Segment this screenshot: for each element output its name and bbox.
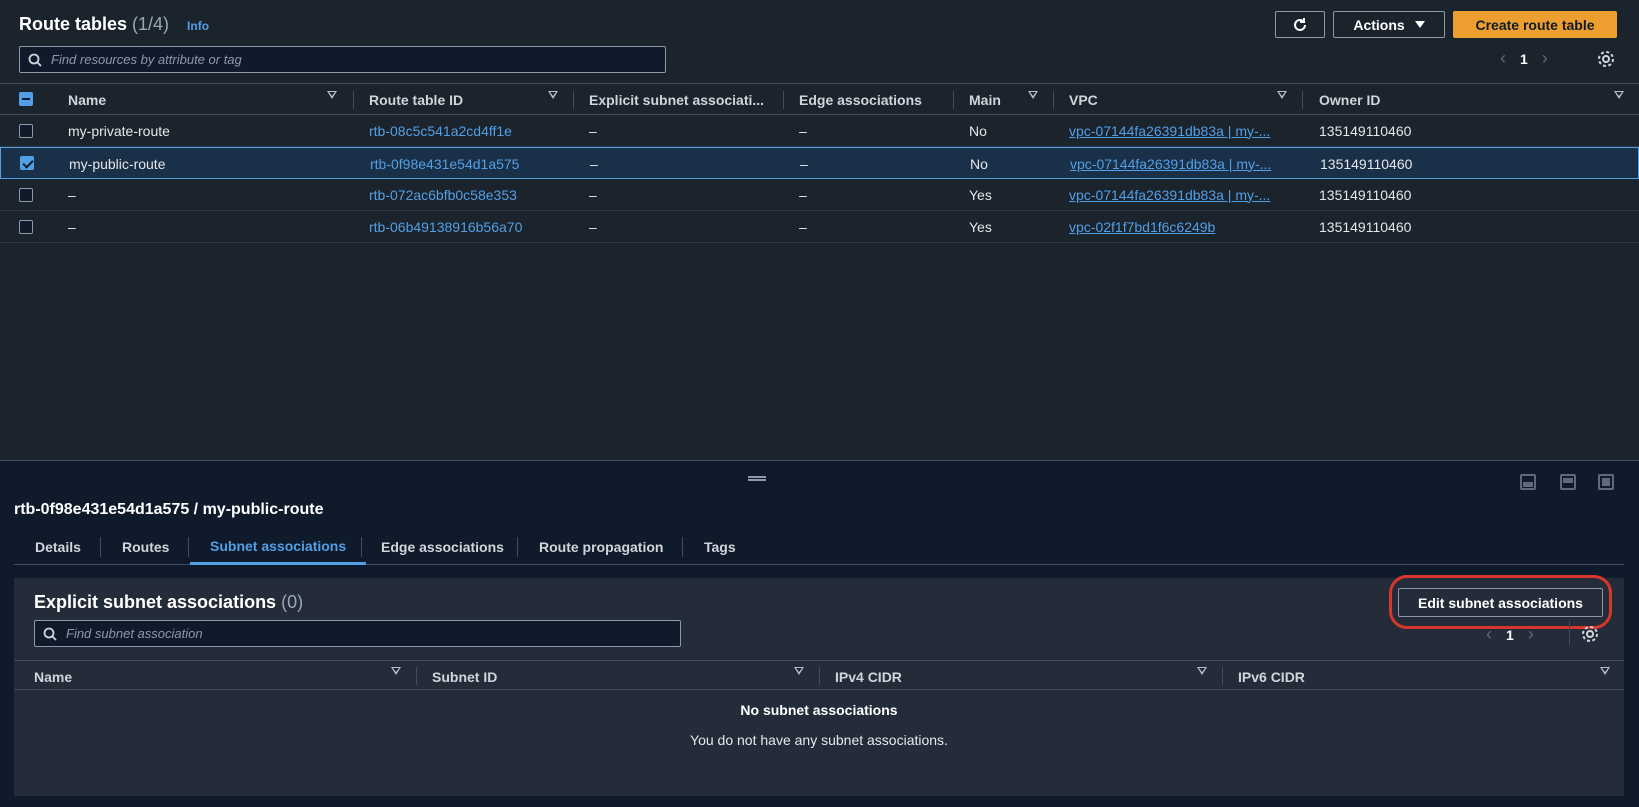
- table-row[interactable]: – rtb-06b49138916b56a70 – – Yes vpc-02f1…: [0, 211, 1639, 243]
- edge-association-value: –: [799, 122, 807, 139]
- create-route-table-button[interactable]: Create route table: [1453, 11, 1617, 38]
- owner-id: 135149110460: [1319, 122, 1412, 139]
- caret-down-icon: [1414, 21, 1425, 28]
- vpc-link[interactable]: vpc-07144fa26391db83a | my-...: [1069, 179, 1284, 210]
- owner-id: 135149110460: [1319, 186, 1412, 203]
- explicit-subnet-value: –: [589, 186, 597, 203]
- pagination: ‹ 1 ›: [1500, 48, 1548, 69]
- vpc-link[interactable]: vpc-07144fa26391db83a | my-...: [1069, 115, 1284, 146]
- next-page-icon[interactable]: ›: [1528, 624, 1534, 645]
- detail-tabs: Details Routes Subnet associations Edge …: [14, 529, 1624, 565]
- tab-routes[interactable]: Routes: [122, 529, 169, 564]
- route-table-id-link[interactable]: rtb-06b49138916b56a70: [369, 211, 522, 242]
- column-header-explicit-subnet[interactable]: Explicit subnet associati...: [589, 84, 764, 115]
- page-title: Route tables: [19, 14, 128, 34]
- subnet-pagination: ‹ 1 ›: [1486, 624, 1534, 645]
- table-row[interactable]: my-private-route rtb-08c5c541a2cd4ff1e –…: [0, 115, 1639, 147]
- column-header-main[interactable]: Main: [969, 84, 1001, 115]
- explicit-subnet-associations-panel: Explicit subnet associations (0) Edit su…: [14, 575, 1624, 796]
- page-header: Route tables (1/4) Info: [19, 14, 209, 35]
- layout-full-panel-icon[interactable]: [1598, 474, 1614, 490]
- main-value: Yes: [969, 218, 992, 235]
- explicit-subnet-value: –: [590, 155, 598, 172]
- settings-gear-icon[interactable]: [1596, 49, 1616, 69]
- actions-dropdown[interactable]: Actions: [1333, 11, 1445, 38]
- route-name: –: [68, 186, 76, 203]
- info-link[interactable]: Info: [187, 19, 209, 33]
- route-name: –: [68, 218, 76, 235]
- section-count: (0): [281, 592, 304, 612]
- column-header-owner-id[interactable]: Owner ID: [1319, 84, 1380, 115]
- owner-id: 135149110460: [1319, 218, 1412, 235]
- subnet-search-input[interactable]: Find subnet association: [34, 620, 681, 647]
- column-header-name[interactable]: Name: [34, 661, 72, 692]
- column-header-route-table-id[interactable]: Route table ID: [369, 84, 463, 115]
- table-header: Name Route table ID Explicit subnet asso…: [0, 83, 1639, 115]
- row-checkbox[interactable]: [19, 124, 33, 138]
- edge-association-value: –: [800, 155, 808, 172]
- search-placeholder: Find resources by attribute or tag: [51, 52, 242, 67]
- column-header-name[interactable]: Name: [68, 84, 106, 115]
- detail-title: rtb-0f98e431e54d1a575 / my-public-route: [14, 501, 324, 518]
- route-name: my-public-route: [69, 155, 166, 172]
- column-header-ipv4-cidr[interactable]: IPv4 CIDR: [835, 661, 902, 692]
- search-input[interactable]: Find resources by attribute or tag: [19, 46, 666, 73]
- refresh-button[interactable]: [1275, 11, 1325, 38]
- edge-association-value: –: [799, 186, 807, 203]
- select-all-checkbox[interactable]: [19, 92, 33, 106]
- main-value: No: [969, 122, 987, 139]
- tab-details[interactable]: Details: [35, 529, 81, 564]
- selection-count: (1/4): [132, 14, 170, 34]
- main-value: Yes: [969, 186, 992, 203]
- column-header-ipv6-cidr[interactable]: IPv6 CIDR: [1238, 661, 1305, 692]
- search-icon: [28, 53, 42, 67]
- column-header-vpc[interactable]: VPC: [1069, 84, 1098, 115]
- next-page-icon[interactable]: ›: [1542, 48, 1548, 69]
- route-table-id-link[interactable]: rtb-08c5c541a2cd4ff1e: [369, 115, 512, 146]
- section-title: Explicit subnet associations (0): [34, 592, 304, 612]
- tab-subnet-associations[interactable]: Subnet associations: [190, 529, 367, 565]
- main-value: No: [970, 155, 988, 172]
- drag-handle-icon[interactable]: [748, 476, 766, 481]
- page-number[interactable]: 1: [1506, 627, 1514, 643]
- route-tables-panel: Route tables (1/4) Info Actions Create r…: [0, 0, 1639, 460]
- column-header-subnet-id[interactable]: Subnet ID: [432, 661, 497, 692]
- row-checkbox[interactable]: [19, 188, 33, 202]
- layout-split-panel-icon[interactable]: [1560, 474, 1576, 490]
- actions-label: Actions: [1353, 16, 1405, 33]
- tab-edge-associations[interactable]: Edge associations: [381, 529, 504, 564]
- empty-state-text: You do not have any subnet associations.: [690, 732, 948, 748]
- previous-page-icon[interactable]: ‹: [1500, 48, 1506, 69]
- row-checkbox[interactable]: [19, 220, 33, 234]
- tab-route-propagation[interactable]: Route propagation: [539, 529, 663, 564]
- refresh-icon: [1294, 17, 1306, 31]
- panel-splitter[interactable]: [0, 460, 1639, 461]
- edge-association-value: –: [799, 218, 807, 235]
- search-icon: [43, 627, 57, 641]
- vpc-link[interactable]: vpc-02f1f7bd1f6c6249b: [1069, 211, 1284, 242]
- previous-page-icon[interactable]: ‹: [1486, 624, 1492, 645]
- table-row[interactable]: my-public-route rtb-0f98e431e54d1a575 – …: [0, 147, 1639, 179]
- explicit-subnet-value: –: [589, 122, 597, 139]
- route-table-id-link[interactable]: rtb-0f98e431e54d1a575: [370, 148, 519, 179]
- route-name: my-private-route: [68, 122, 170, 139]
- edit-subnet-associations-button[interactable]: Edit subnet associations: [1398, 588, 1603, 617]
- page-number[interactable]: 1: [1520, 51, 1528, 67]
- table-row[interactable]: – rtb-072ac6bfb0c58e353 – – Yes vpc-0714…: [0, 179, 1639, 211]
- owner-id: 135149110460: [1320, 155, 1413, 172]
- tab-tags[interactable]: Tags: [704, 529, 736, 564]
- route-table-id-link[interactable]: rtb-072ac6bfb0c58e353: [369, 179, 517, 210]
- search-placeholder: Find subnet association: [66, 626, 203, 641]
- subnet-table-header: Name Subnet ID IPv4 CIDR IPv6 CIDR: [14, 660, 1624, 690]
- explicit-subnet-value: –: [589, 218, 597, 235]
- empty-state-title: No subnet associations: [740, 702, 898, 718]
- row-checkbox[interactable]: [20, 156, 34, 170]
- column-header-edge-associations[interactable]: Edge associations: [799, 84, 922, 115]
- vpc-link[interactable]: vpc-07144fa26391db83a | my-...: [1070, 148, 1285, 179]
- layout-bottom-panel-icon[interactable]: [1520, 474, 1536, 490]
- settings-gear-icon[interactable]: [1580, 624, 1600, 644]
